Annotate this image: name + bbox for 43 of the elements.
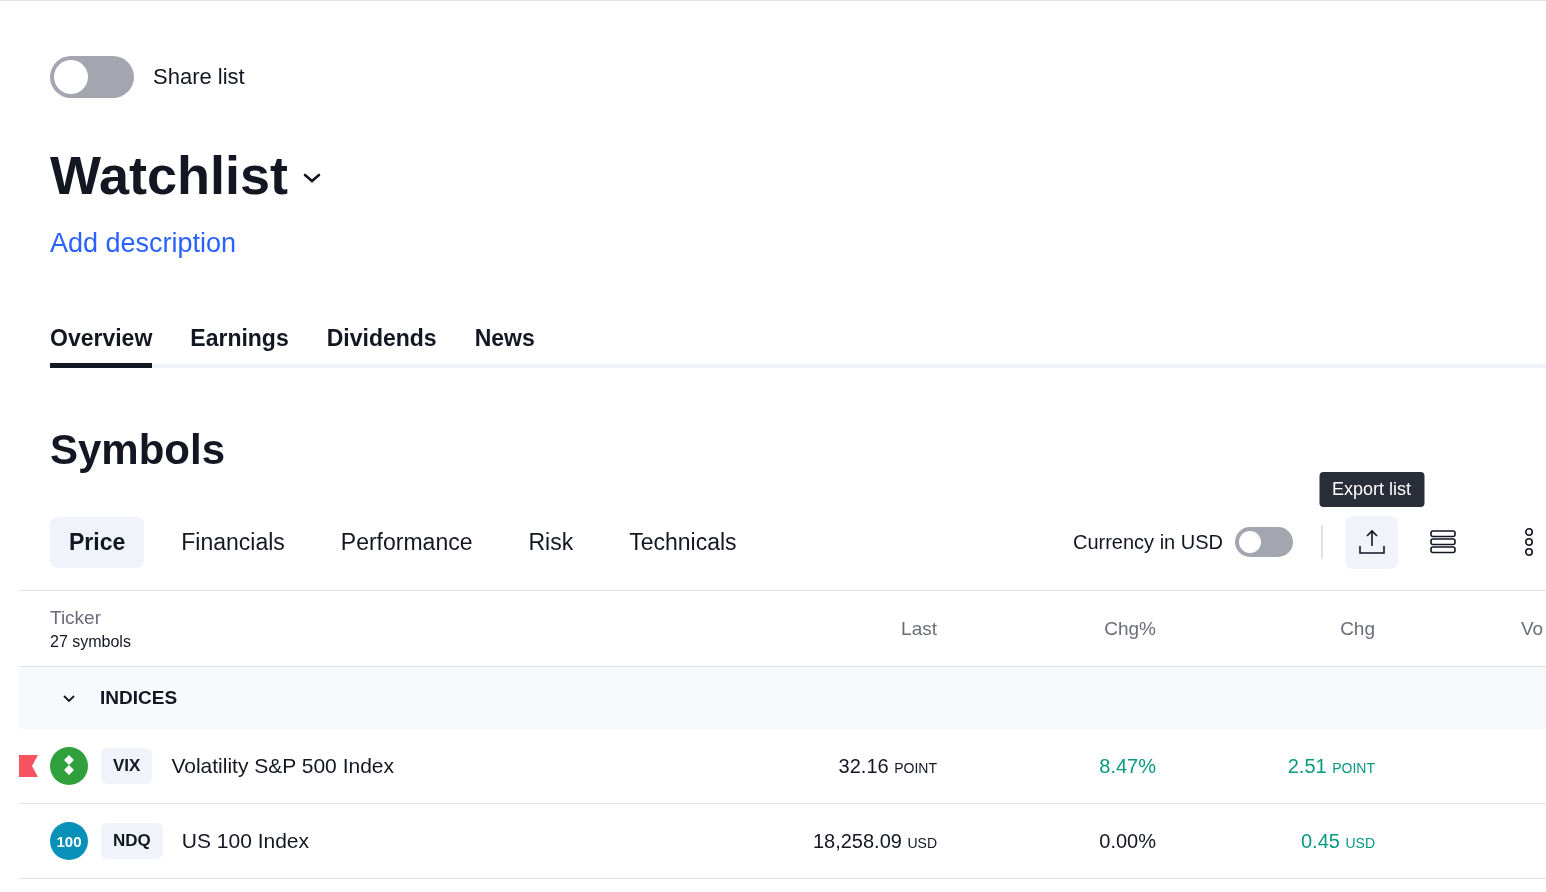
ticker-symbol[interactable]: NDQ bbox=[101, 823, 163, 859]
currency-label: Currency in USD bbox=[1072, 530, 1223, 554]
table-cell: 0.00% bbox=[1099, 829, 1156, 852]
chevron-down-icon[interactable] bbox=[62, 693, 76, 703]
tab[interactable]: Dividends bbox=[326, 325, 437, 368]
tab[interactable]: Earnings bbox=[190, 325, 289, 368]
view-tab[interactable]: Price bbox=[50, 516, 145, 568]
share-list-label: Share list bbox=[153, 64, 245, 90]
view-tab[interactable]: Technicals bbox=[610, 516, 756, 568]
tab[interactable]: News bbox=[474, 325, 535, 368]
list-icon[interactable] bbox=[1430, 529, 1456, 555]
view-tab[interactable]: Performance bbox=[321, 516, 492, 568]
column-header[interactable]: Chg% bbox=[1104, 617, 1156, 639]
group-row[interactable]: INDICES bbox=[19, 666, 1546, 729]
symbol-count: 27 symbols bbox=[50, 632, 132, 651]
column-header[interactable]: Vo bbox=[1521, 617, 1544, 639]
logo-badge: 100 bbox=[50, 822, 88, 860]
flag-icon[interactable] bbox=[19, 755, 38, 777]
share-toggle[interactable] bbox=[50, 56, 134, 98]
table-cell: 0.45 USD bbox=[1300, 829, 1375, 852]
more-icon[interactable] bbox=[1524, 527, 1534, 557]
column-header[interactable]: Ticker bbox=[50, 606, 706, 629]
group-name: INDICES bbox=[100, 687, 178, 709]
chevron-down-icon[interactable] bbox=[302, 172, 323, 184]
add-description-link[interactable]: Add description bbox=[50, 228, 237, 259]
export-button[interactable] bbox=[1345, 515, 1398, 569]
symbol-name: Volatility S&P 500 Index bbox=[171, 754, 394, 778]
symbol-name: US 100 Index bbox=[181, 829, 310, 853]
column-header[interactable]: Chg bbox=[1340, 617, 1375, 639]
section-title: Symbols bbox=[50, 425, 227, 475]
tab[interactable]: Overview bbox=[50, 325, 153, 368]
ticker-symbol[interactable]: VIX bbox=[101, 748, 153, 784]
table-cell: 32.16 POINT bbox=[838, 754, 937, 777]
table-cell: 18,258.09 USD bbox=[812, 829, 937, 852]
column-header[interactable]: Last bbox=[901, 617, 937, 639]
tooltip: Export list bbox=[1319, 471, 1424, 507]
view-tab[interactable]: Risk bbox=[509, 516, 593, 568]
view-tab[interactable]: Financials bbox=[162, 516, 304, 568]
watchlist-title: Watchlist bbox=[50, 144, 289, 207]
table-cell: 8.47% bbox=[1099, 754, 1156, 777]
upload-icon bbox=[1357, 528, 1386, 556]
table-cell: 2.51 POINT bbox=[1287, 754, 1375, 777]
currency-toggle[interactable] bbox=[1235, 527, 1293, 557]
